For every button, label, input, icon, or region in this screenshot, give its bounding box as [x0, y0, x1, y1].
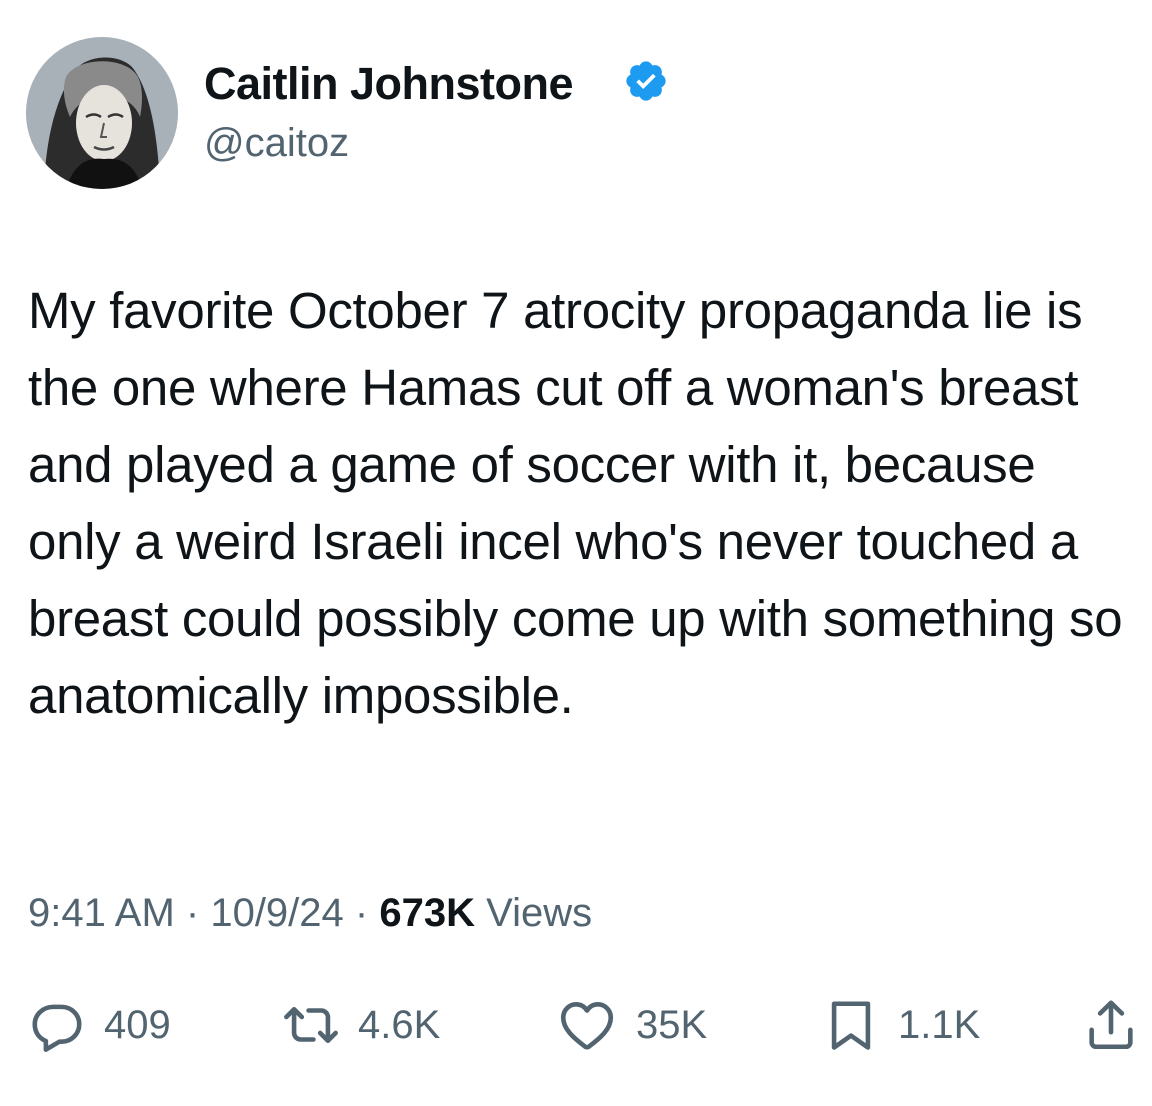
views-label: Views: [486, 891, 593, 935]
like-button[interactable]: 35K: [556, 990, 707, 1060]
retweet-button[interactable]: 4.6K: [282, 990, 440, 1060]
bookmark-icon: [831, 1001, 871, 1050]
retweet-icon: [284, 1006, 338, 1044]
like-count: 35K: [636, 1002, 708, 1047]
verified-badge-icon: [626, 61, 666, 101]
tweet-text: My favorite October 7 atrocity propagand…: [28, 282, 1123, 724]
avatar-portrait: [26, 37, 178, 189]
reply-button[interactable]: 409: [28, 990, 171, 1060]
timestamp[interactable]: 9:41 AM: [28, 891, 175, 935]
reply-icon: [32, 1004, 82, 1052]
separator: ·: [185, 891, 211, 935]
separator: ·: [354, 891, 380, 935]
share-button[interactable]: [1082, 990, 1140, 1060]
date[interactable]: 10/9/24: [210, 891, 343, 935]
action-bar: 409 4.6K 35K 1.1K: [0, 990, 1152, 1060]
bookmark-button[interactable]: 1.1K: [822, 990, 980, 1060]
reply-count: 409: [104, 1002, 171, 1047]
bookmark-count: 1.1K: [898, 1002, 981, 1047]
heart-icon: [560, 1002, 614, 1050]
views-count[interactable]: 673K: [379, 891, 475, 935]
retweet-count: 4.6K: [358, 1002, 441, 1047]
tweet-meta: 9:41 AM · 10/9/24 · 673K Views: [28, 891, 592, 936]
display-name[interactable]: Caitlin Johnstone: [204, 58, 574, 110]
handle[interactable]: @caitoz: [204, 121, 349, 166]
avatar[interactable]: [26, 37, 178, 189]
share-icon: [1089, 1000, 1133, 1050]
